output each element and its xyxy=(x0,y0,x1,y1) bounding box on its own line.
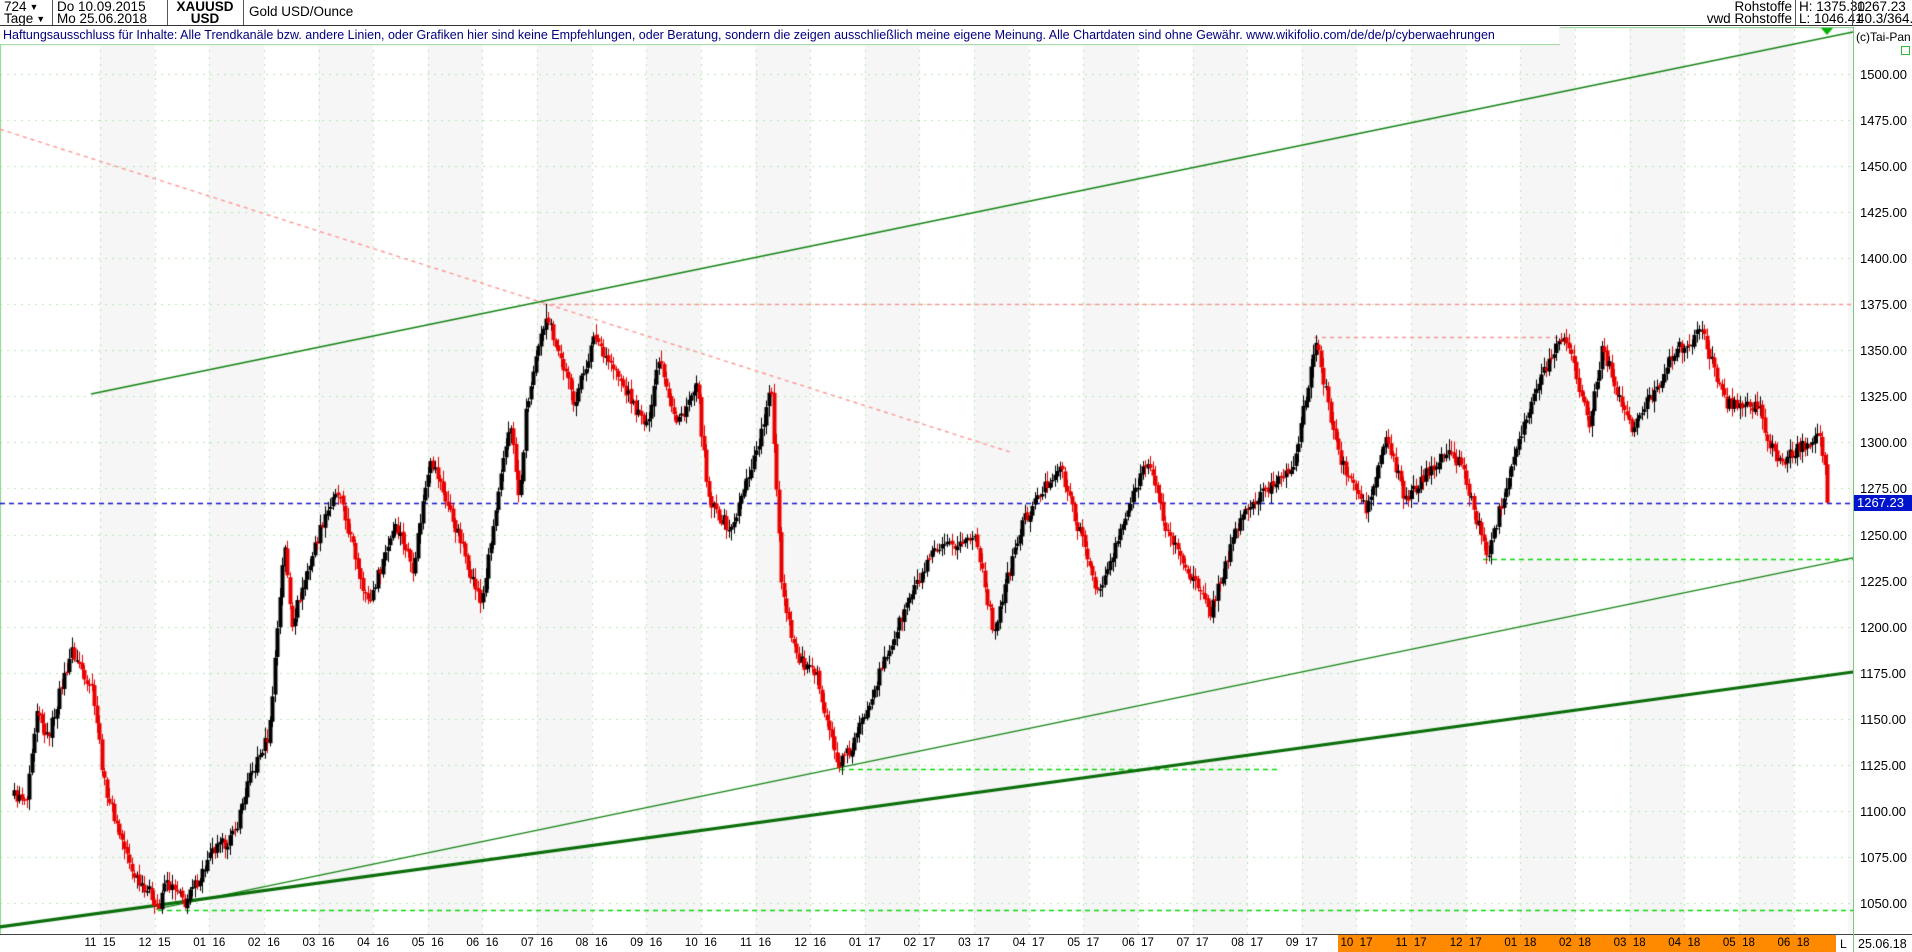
date-axis-label: 02 18 xyxy=(1559,937,1591,949)
date-axis-label: 06 16 xyxy=(466,937,498,949)
disclaimer-text: Haftungsausschluss für Inhalte: Alle Tre… xyxy=(0,26,1559,44)
price-axis-label: 1500.00 xyxy=(1860,67,1912,82)
price-axis-label: 1325.00 xyxy=(1860,389,1912,404)
group-source: vwd Rohstoffe xyxy=(1650,13,1792,24)
date-axis-label: 11 17 xyxy=(1396,937,1427,949)
date-axis-label: 03 17 xyxy=(958,937,990,949)
date-axis-label: 12 15 xyxy=(139,937,171,949)
price-axis-label: 1125.00 xyxy=(1860,758,1912,773)
date-axis-label: 06 17 xyxy=(1122,937,1154,949)
price-axis-label: 1475.00 xyxy=(1860,113,1912,128)
divider xyxy=(1852,0,1853,25)
date-axis-label: 03 18 xyxy=(1614,937,1646,949)
price-axis-label: 1175.00 xyxy=(1860,666,1912,681)
price-axis-line xyxy=(1853,27,1854,952)
price-axis-label: 1200.00 xyxy=(1860,620,1912,635)
period-low: L: 1046.41 xyxy=(1799,13,1863,24)
date-axis-label: 02 16 xyxy=(248,937,280,949)
currency-code: USD xyxy=(167,13,243,24)
price-axis-label: 1050.00 xyxy=(1860,896,1912,911)
selection-handle-icon[interactable] xyxy=(1901,46,1910,55)
date-axis-label: 05 16 xyxy=(412,937,444,949)
price-axis-label: 1075.00 xyxy=(1860,850,1912,865)
date-to[interactable]: Mo 25.06.2018 xyxy=(57,13,147,24)
price-chart-canvas[interactable] xyxy=(0,27,1853,934)
instrument-name: Gold USD/Ounce xyxy=(249,4,353,19)
price-axis-label: 1250.00 xyxy=(1860,528,1912,543)
date-axis: L 25.06.18 11 15 12 15 01 16 02 16 03 16 04 1… xyxy=(0,935,1912,952)
last-date-label: 25.06.18 xyxy=(1858,937,1907,951)
date-axis-label: 03 16 xyxy=(303,937,335,949)
date-axis-label: 12 16 xyxy=(794,937,826,949)
date-axis-label: 10 16 xyxy=(685,937,717,949)
date-axis-label: 04 18 xyxy=(1668,937,1700,949)
chevron-down-icon: ▼ xyxy=(36,13,45,26)
date-axis-divider xyxy=(0,934,1912,935)
date-axis-label: 07 16 xyxy=(521,937,553,949)
date-axis-label: 09 16 xyxy=(630,937,662,949)
date-axis-label: 07 17 xyxy=(1177,937,1209,949)
date-axis-label: 08 17 xyxy=(1231,937,1263,949)
date-axis-label: 04 16 xyxy=(357,937,389,949)
last-bar-marker: L xyxy=(1840,937,1847,951)
date-axis-label: 06 18 xyxy=(1778,937,1810,949)
date-axis-label: 11 16 xyxy=(740,937,771,949)
date-axis-label: 12 17 xyxy=(1450,937,1482,949)
price-axis-label: 1350.00 xyxy=(1860,343,1912,358)
date-axis-label: 01 17 xyxy=(849,937,881,949)
date-axis-label: 01 18 xyxy=(1504,937,1536,949)
price-axis-label: 1375.00 xyxy=(1860,297,1912,312)
divider xyxy=(52,0,53,25)
date-axis-label: 10 17 xyxy=(1340,937,1372,949)
date-axis-label: 11 15 xyxy=(84,937,115,949)
price-axis-label: 1300.00 xyxy=(1860,435,1912,450)
date-axis-label: 02 17 xyxy=(903,937,935,949)
header-stat: 40.3/364.0 xyxy=(1857,13,1912,24)
period-dropdown[interactable]: Tage▼ xyxy=(4,13,45,24)
taipan-chart-window: 724▼ Tage▼ Do 10.09.2015 Mo 25.06.2018 X… xyxy=(0,0,1912,952)
date-axis-label: 04 17 xyxy=(1013,937,1045,949)
taipan-watermark: (c)Tai-Pan xyxy=(1856,30,1911,44)
date-axis-label: 05 17 xyxy=(1067,937,1099,949)
price-axis-label: 1150.00 xyxy=(1860,712,1912,727)
divider xyxy=(1795,0,1796,25)
price-axis-label: 1450.00 xyxy=(1860,159,1912,174)
date-axis-label: 09 17 xyxy=(1286,937,1318,949)
price-axis-label: 1425.00 xyxy=(1860,205,1912,220)
price-axis: 1500.00 1475.00 1450.00 1425.00 1400.00 1375.… xyxy=(1854,27,1912,934)
date-axis-label: 08 16 xyxy=(576,937,608,949)
date-axis-label: 05 18 xyxy=(1723,937,1755,949)
price-axis-label: 1400.00 xyxy=(1860,251,1912,266)
price-axis-label: 1100.00 xyxy=(1860,804,1912,819)
current-price-badge: 1267.23 xyxy=(1854,495,1912,511)
date-axis-label: 01 16 xyxy=(193,937,225,949)
price-axis-label: 1225.00 xyxy=(1860,574,1912,589)
divider xyxy=(243,0,244,25)
